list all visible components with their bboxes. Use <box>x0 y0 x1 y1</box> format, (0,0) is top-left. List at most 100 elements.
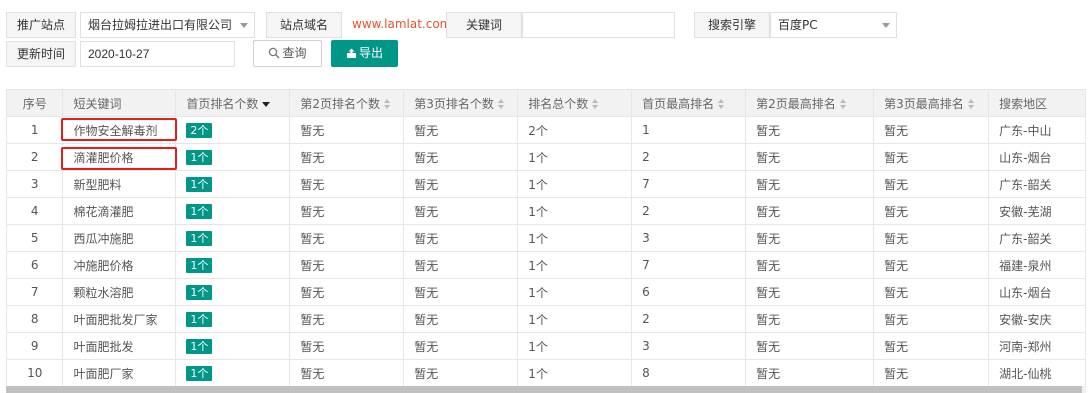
cell-keyword: 颗粒水溶肥 <box>62 278 177 306</box>
table-row: 5 西瓜冲施肥 1个 暂无 暂无 1个 3 暂无 暂无 广东-韶关 <box>5 224 1086 252</box>
cell-page1-count: 1个 <box>175 224 291 252</box>
column-header-page3-count[interactable]: 第3页排名个数 <box>403 89 519 117</box>
cell-total-count: 1个 <box>517 143 633 171</box>
cell-region: 安徽-芜湖 <box>988 197 1086 225</box>
engine-select[interactable]: 百度PC <box>770 12 897 38</box>
cell-keyword: 棉花滴灌肥 <box>62 197 177 225</box>
cell-index: 6 <box>5 251 64 279</box>
cell-page2-count: 暂无 <box>289 143 405 171</box>
table-row: 7 颗粒水溶肥 1个 暂无 暂无 1个 6 暂无 暂无 山东-烟台 <box>5 278 1086 306</box>
cell-index: 3 <box>5 170 64 198</box>
cell-region: 山东-烟台 <box>988 143 1086 171</box>
table-row: 8 叶面肥批发厂家 1个 暂无 暂无 1个 2 暂无 暂无 安徽-安庆 <box>5 305 1086 333</box>
cell-region: 广东-韶关 <box>988 170 1086 198</box>
cell-page2-count: 暂无 <box>289 116 405 144</box>
cell-page3-best: 暂无 <box>873 170 990 198</box>
table-row: 4 棉花滴灌肥 1个 暂无 暂无 1个 2 暂无 暂无 安徽-芜湖 <box>5 197 1086 225</box>
cell-index: 7 <box>5 278 64 306</box>
table-row: 3 新型肥料 1个 暂无 暂无 1个 7 暂无 暂无 广东-韶关 <box>5 170 1086 198</box>
cell-keyword: 叶面肥批发 <box>62 332 177 360</box>
column-header-total-count[interactable]: 排名总个数 <box>517 89 633 117</box>
cell-page1-best: 7 <box>631 251 747 279</box>
cell-page3-count: 暂无 <box>403 116 519 144</box>
count-badge: 1个 <box>186 311 213 327</box>
engine-label: 搜索引擎 <box>694 12 770 38</box>
horizontal-scrollbar[interactable] <box>6 386 1086 393</box>
export-icon <box>346 48 356 58</box>
column-header-keyword: 短关键词 <box>62 89 177 117</box>
cell-total-count: 1个 <box>517 332 633 360</box>
scrollbar-thumb[interactable] <box>6 386 1082 393</box>
cell-page3-best: 暂无 <box>873 332 990 360</box>
sort-icon[interactable] <box>967 98 976 109</box>
cell-total-count: 2个 <box>517 116 633 144</box>
cell-page3-count: 暂无 <box>403 143 519 171</box>
cell-page1-count: 1个 <box>175 278 291 306</box>
sort-icon[interactable] <box>383 98 392 109</box>
cell-keyword: 作物安全解毒剂 <box>62 116 177 144</box>
cell-region: 福建-泉州 <box>988 251 1086 279</box>
cell-page3-count: 暂无 <box>403 332 519 360</box>
site-select-value: 烟台拉姆拉进出口有限公司 <box>88 18 233 32</box>
cell-total-count: 1个 <box>517 278 633 306</box>
cell-page2-count: 暂无 <box>289 170 405 198</box>
cell-region: 山东-烟台 <box>988 278 1086 306</box>
table-row: 1 作物安全解毒剂 2个 暂无 暂无 2个 1 暂无 暂无 广东-中山 <box>5 116 1086 144</box>
chevron-down-icon <box>882 23 890 28</box>
cell-page3-best: 暂无 <box>873 224 990 252</box>
cell-region: 河南-郑州 <box>988 332 1086 360</box>
sort-icon[interactable] <box>592 98 600 109</box>
site-select[interactable]: 烟台拉姆拉进出口有限公司 <box>80 12 255 38</box>
sort-icon[interactable] <box>718 98 726 109</box>
count-badge: 2个 <box>186 122 213 138</box>
cell-page1-best: 8 <box>631 359 747 387</box>
date-input[interactable] <box>80 41 235 67</box>
cell-region: 广东-韶关 <box>988 224 1086 252</box>
cell-page1-count: 1个 <box>175 170 291 198</box>
cell-page3-best: 暂无 <box>873 197 990 225</box>
sort-icon[interactable] <box>497 98 506 109</box>
cell-page2-count: 暂无 <box>289 224 405 252</box>
engine-select-value: 百度PC <box>778 18 818 32</box>
count-badge: 1个 <box>186 284 213 300</box>
column-header-page2-best[interactable]: 第2页最高排名 <box>745 89 875 117</box>
table-row: 6 冲施肥价格 1个 暂无 暂无 1个 7 暂无 暂无 福建-泉州 <box>5 251 1086 279</box>
cell-page1-count: 1个 <box>175 305 291 333</box>
column-header-page2-count[interactable]: 第2页排名个数 <box>289 89 405 117</box>
sort-icon[interactable] <box>839 98 848 109</box>
cell-total-count: 1个 <box>517 359 633 387</box>
count-badge: 1个 <box>186 257 213 273</box>
count-badge: 1个 <box>186 203 213 219</box>
cell-keyword: 冲施肥价格 <box>62 251 177 279</box>
cell-page3-best: 暂无 <box>873 359 990 387</box>
cell-page2-best: 暂无 <box>745 143 875 171</box>
cell-region: 安徽-安庆 <box>988 305 1086 333</box>
count-badge: 1个 <box>186 149 213 165</box>
query-button[interactable]: 查询 <box>253 40 322 67</box>
cell-page2-count: 暂无 <box>289 197 405 225</box>
count-badge: 1个 <box>186 338 213 354</box>
cell-page1-count: 1个 <box>175 143 291 171</box>
table-header-row: 序号 短关键词 首页排名个数 第2页排名个数 第3页排名个数 排名总个数 首页最… <box>5 89 1086 117</box>
cell-page2-best: 暂无 <box>745 251 875 279</box>
cell-page2-count: 暂无 <box>289 251 405 279</box>
column-header-page1-best[interactable]: 首页最高排名 <box>631 89 747 117</box>
search-icon <box>269 47 280 59</box>
export-button[interactable]: 导出 <box>331 40 398 67</box>
cell-page1-best: 1 <box>631 116 747 144</box>
table-row: 10 叶面肥厂家 1个 暂无 暂无 1个 8 暂无 暂无 湖北-仙桃 <box>5 359 1086 387</box>
keyword-input[interactable] <box>522 12 675 38</box>
cell-page3-best: 暂无 <box>873 305 990 333</box>
site-label: 推广站点 <box>6 12 76 38</box>
sort-desc-icon[interactable] <box>262 99 271 109</box>
cell-page3-count: 暂无 <box>403 170 519 198</box>
column-header-page1-count[interactable]: 首页排名个数 <box>175 89 291 117</box>
cell-index: 2 <box>5 143 64 171</box>
column-header-page3-best[interactable]: 第3页最高排名 <box>873 89 990 117</box>
domain-value: www.lamlat.com <box>352 17 452 31</box>
cell-index: 4 <box>5 197 64 225</box>
cell-keyword: 新型肥料 <box>62 170 177 198</box>
cell-page1-best: 6 <box>631 278 747 306</box>
cell-total-count: 1个 <box>517 197 633 225</box>
cell-page3-count: 暂无 <box>403 278 519 306</box>
